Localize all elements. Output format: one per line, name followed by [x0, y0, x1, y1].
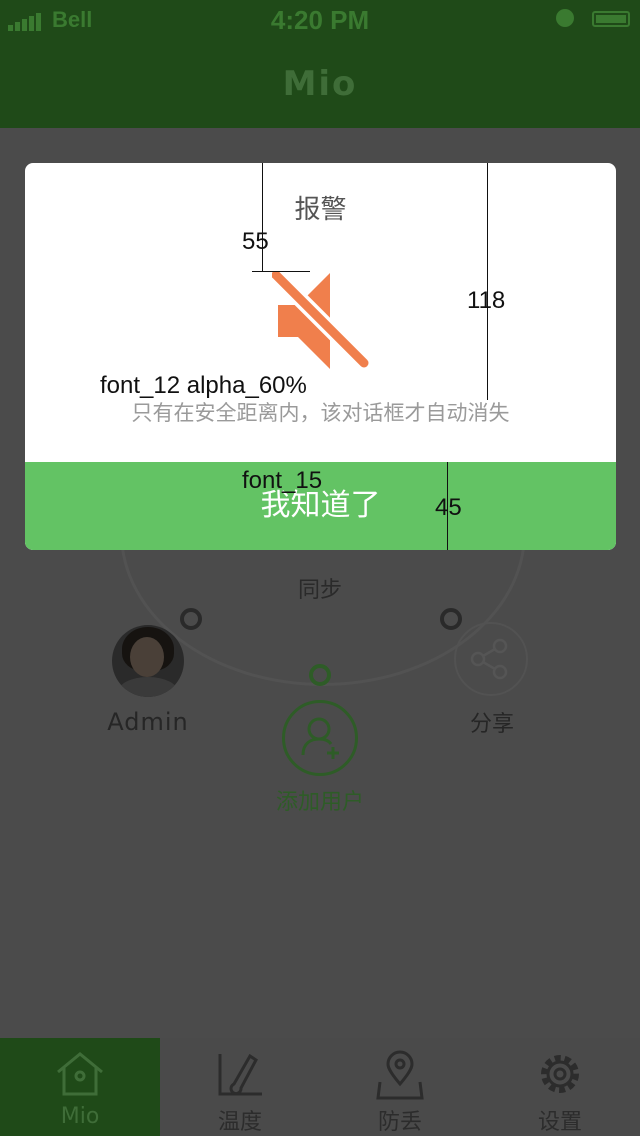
navigation-bar: Mio [0, 40, 640, 128]
dialog-message: 只有在安全距离内，该对话框才自动消失 [131, 401, 510, 425]
annotation-message-font: font_12 alpha_60% [100, 372, 307, 399]
avatar[interactable] [112, 625, 184, 697]
thermometer-icon [218, 1053, 262, 1096]
user-name: Admin [107, 708, 189, 736]
ring-dot-bottom [309, 664, 331, 686]
dialog-title: 报警 [294, 195, 347, 225]
tab-label: 设置 [537, 1110, 582, 1135]
status-time: 4:20 PM [270, 5, 370, 35]
location-pin-icon [376, 1050, 424, 1100]
add-user-icon [301, 717, 339, 759]
share-label: 分享 [469, 712, 514, 737]
annotation-button-height: 45 [435, 494, 462, 521]
tab-mio[interactable]: Mio [0, 1038, 160, 1136]
alarm-clock-icon [556, 9, 574, 27]
annotation-title-gap: 55 [242, 228, 269, 255]
app-title: Mio [282, 64, 358, 104]
battery-icon [592, 11, 630, 27]
tab-label: 防丢 [377, 1110, 422, 1135]
tab-anti-lost[interactable]: 防丢 [320, 1038, 480, 1136]
annotation-line [252, 271, 310, 272]
tab-label: 温度 [217, 1110, 262, 1135]
annotation-button-font: font_15 [242, 467, 323, 494]
add-user-button[interactable] [282, 700, 358, 776]
tab-temperature[interactable]: 温度 [160, 1038, 320, 1136]
tab-label: Mio [60, 1104, 100, 1129]
tab-settings[interactable]: 设置 [480, 1038, 640, 1136]
tab-bar: Mio 温度 防丢 设置 [0, 1038, 640, 1136]
add-user-label: 添加用户 [275, 790, 364, 815]
mute-speaker-icon [272, 271, 372, 371]
status-bar: Bell 4:20 PM [0, 0, 640, 40]
annotation-line [487, 163, 488, 400]
gear-icon [541, 1055, 579, 1093]
annotation-content-height: 118 [467, 287, 506, 314]
share-icon [470, 638, 508, 680]
sync-label[interactable]: 同步 [0, 572, 640, 604]
house-icon [57, 1052, 103, 1096]
share-button[interactable] [454, 622, 528, 696]
ring-dot-left [180, 608, 202, 630]
